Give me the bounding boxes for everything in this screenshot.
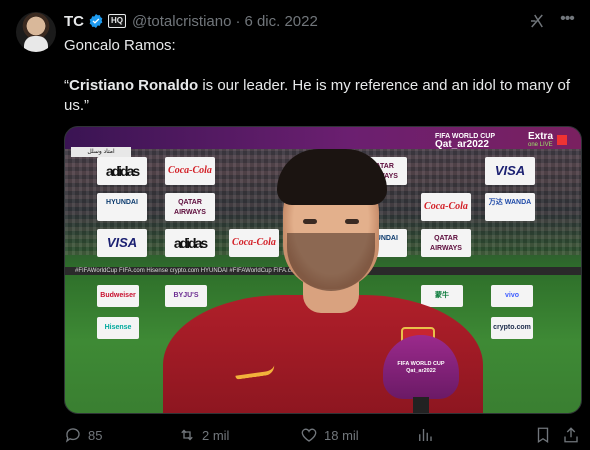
reply-button[interactable]: 85: [64, 424, 102, 446]
like-count: 18 mil: [324, 427, 359, 443]
author-name[interactable]: TC: [64, 13, 84, 30]
like-button[interactable]: 18 mil: [300, 424, 359, 446]
hq-badge: HQ: [108, 14, 126, 28]
grok-icon[interactable]: [528, 12, 546, 30]
corner-tag: امتاد وسلل: [71, 147, 131, 157]
tweet-intro: Goncalo Ramos:: [64, 37, 176, 54]
lower-board: Budweiser: [97, 285, 139, 307]
bookmark-icon: [537, 427, 549, 444]
tweet-header: TC HQ @totalcristiano · 6 dic. 2022 •••: [64, 10, 576, 32]
views-icon: [419, 429, 432, 441]
repost-count: 2 mil: [202, 427, 230, 443]
tweet-media-image[interactable]: FIFA WORLD CUP Qat_ar2022 Extra one LIVE…: [64, 126, 582, 414]
sponsor-board: VISA: [485, 157, 535, 185]
sponsor-board: adidas: [97, 157, 147, 185]
tweet-actions: 85 2 mil 18 mil: [64, 424, 582, 446]
quoted-name: Cristiano Ronaldo: [69, 77, 199, 94]
views-button[interactable]: [416, 424, 434, 446]
tweet-text: Goncalo Ramos: “Cristiano Ronaldo is our…: [64, 36, 576, 136]
bookmark-button[interactable]: [534, 424, 552, 446]
sponsor-board: HYUNDAI: [97, 193, 147, 221]
tweet-quote: “Cristiano Ronaldo is our leader. He is …: [64, 77, 571, 114]
channel-logo: Extra one LIVE: [527, 131, 553, 148]
reply-icon: [65, 428, 80, 443]
share-button[interactable]: [562, 424, 580, 446]
lower-board: Hisense: [97, 317, 139, 339]
avatar[interactable]: [16, 12, 56, 52]
separator-dot: ·: [235, 12, 241, 30]
sponsor-board: VISA: [97, 229, 147, 257]
repost-button[interactable]: 2 mil: [178, 424, 229, 446]
lower-board: crypto.com: [491, 317, 533, 339]
player-figure: FIFA WORLD CUP Qat_ar2022: [163, 137, 483, 413]
channel-mark: [557, 135, 567, 145]
more-icon[interactable]: •••: [558, 10, 576, 32]
like-icon: [301, 428, 317, 442]
repost-icon: [181, 429, 193, 441]
tweet-date[interactable]: 6 dic. 2022: [244, 13, 317, 30]
author-handle[interactable]: @totalcristiano: [132, 13, 231, 30]
verified-icon: [89, 14, 103, 28]
reply-count: 85: [88, 427, 103, 443]
sponsor-board: 万达 WANDA: [485, 193, 535, 221]
lower-board: vivo: [491, 285, 533, 307]
share-icon: [564, 427, 578, 443]
